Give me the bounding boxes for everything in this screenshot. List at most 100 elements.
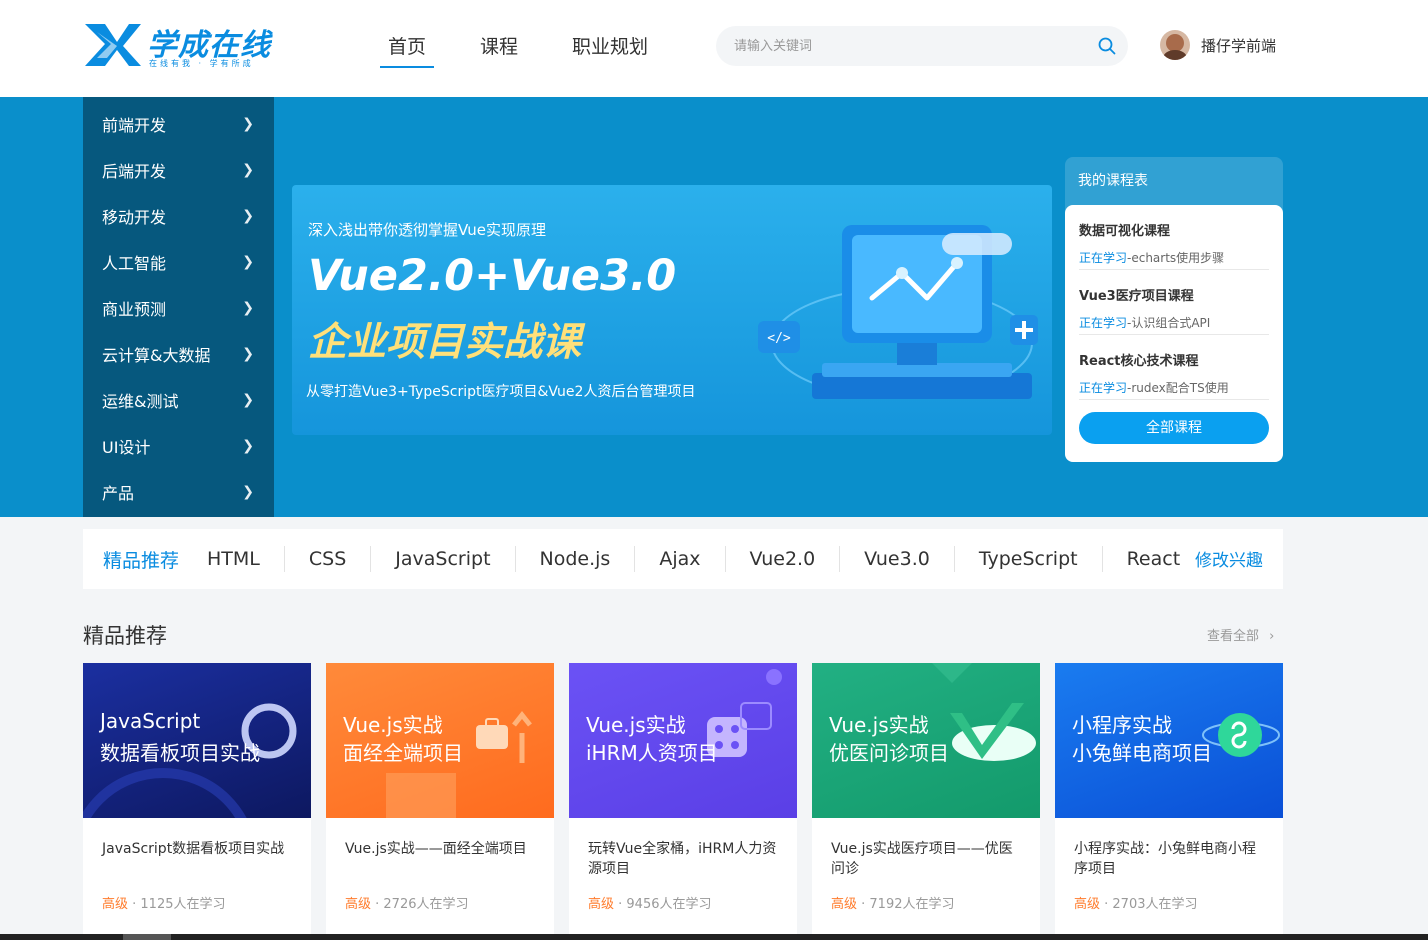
logo-slogan: 在线有我 · 学有所成 xyxy=(149,59,254,68)
cover-title: Vue.js实战 xyxy=(586,713,686,737)
banner: 前端开发 ❯ 后端开发 ❯ 移动开发 ❯ 人工智能 ❯ 商业预测 ❯ 云计算&大数据 ❯ 运… xyxy=(0,97,1428,517)
avatar[interactable] xyxy=(1160,30,1190,60)
sidebar-item-label: 云计算&大数据 xyxy=(102,346,211,365)
my-schedule-panel: 我的课程表 数据可视化课程 正在学习-echarts使用步骤 Vue3医疗项目课… xyxy=(1065,157,1283,462)
chevron-right-icon: ❯ xyxy=(242,438,254,454)
schedule-course-name: 数据可视化课程 xyxy=(1079,224,1171,239)
schedule-status: 正在学习 xyxy=(1079,381,1128,395)
view-all-link[interactable]: 查看全部 › xyxy=(1207,625,1274,644)
promo-subtitle: 深入浅出带你透彻掌握Vue实现原理 xyxy=(308,221,546,239)
chevron-right-icon: ❯ xyxy=(242,162,254,178)
tag-typescript[interactable]: TypeScript xyxy=(955,546,1103,572)
course-level: 高级 xyxy=(588,897,615,912)
schedule-course-name: Vue3医疗项目课程 xyxy=(1079,289,1194,304)
tag-html[interactable]: HTML xyxy=(183,546,285,572)
chevron-right-icon: ❯ xyxy=(242,484,254,500)
sidebar-item-cloud[interactable]: 云计算&大数据 ❯ xyxy=(83,331,274,377)
course-card-list: JavaScript 数据看板项目实战 JavaScript数据看板项目实战 高… xyxy=(83,663,1298,940)
course-level: 高级 xyxy=(831,897,858,912)
promo-banner[interactable]: 深入浅出带你透彻掌握Vue实现原理 Vue2.0+Vue3.0 企业项目实战课 … xyxy=(292,185,1052,435)
search-input[interactable] xyxy=(734,26,1094,66)
chevron-right-icon: ❯ xyxy=(242,116,254,132)
promo-title-secondary: 企业项目实战课 xyxy=(308,320,582,365)
tag-nodejs[interactable]: Node.js xyxy=(516,546,636,572)
course-card[interactable]: Vue.js实战 iHRM人资项目 玩转Vue全家桶，iHRM人力资源项目 高级… xyxy=(569,663,797,940)
cover-title: JavaScript xyxy=(100,709,201,733)
schedule-title: 我的课程表 xyxy=(1078,173,1148,189)
sidebar-item-ui[interactable]: UI设计 ❯ xyxy=(83,423,274,469)
logo-mark-icon xyxy=(85,24,141,66)
course-card[interactable]: Vue.js实战 优医问诊项目 Vue.js实战医疗项目——优医问诊 高级 · … xyxy=(812,663,1040,940)
course-title: Vue.js实战——面经全端项目 xyxy=(345,841,527,857)
main-nav: 首页 课程 职业规划 xyxy=(380,32,694,68)
tag-css[interactable]: CSS xyxy=(285,546,372,572)
sidebar-item-backend[interactable]: 后端开发 ❯ xyxy=(83,147,274,193)
sidebar-item-label: 前端开发 xyxy=(102,116,167,135)
svg-text:</>: </> xyxy=(767,331,791,346)
sidebar-item-label: 移动开发 xyxy=(102,208,167,227)
chevron-right-icon: ❯ xyxy=(242,254,254,270)
sidebar-item-ai[interactable]: 人工智能 ❯ xyxy=(83,239,274,285)
tag-react[interactable]: React xyxy=(1103,546,1205,572)
course-cover: Vue.js实战 iHRM人资项目 xyxy=(569,663,797,818)
sidebar-item-product[interactable]: 产品 ❯ xyxy=(83,469,274,515)
course-title: Vue.js实战医疗项目——优医问诊 xyxy=(831,841,1013,877)
schedule-progress: 正在学习-echarts使用步骤 xyxy=(1079,249,1269,266)
course-meta: 高级 · 2703人在学习 xyxy=(1074,893,1198,912)
course-title: 小程序实战：小兔鲜电商小程序项目 xyxy=(1074,841,1256,877)
chevron-right-icon: ❯ xyxy=(242,208,254,224)
sidebar-item-business[interactable]: 商业预测 ❯ xyxy=(83,285,274,331)
chevron-right-icon: ❯ xyxy=(242,392,254,408)
schedule-list: 数据可视化课程 正在学习-echarts使用步骤 Vue3医疗项目课程 正在学习… xyxy=(1065,205,1283,462)
sidebar-item-label: 产品 xyxy=(102,484,135,503)
cover-subtitle: 数据看板项目实战 xyxy=(100,741,260,765)
promo-description: 从零打造Vue3+TypeScript医疗项目&Vue2人资后台管理项目 xyxy=(306,384,696,400)
tag-vue2[interactable]: Vue2.0 xyxy=(726,546,841,572)
search-box xyxy=(716,26,1128,66)
site-logo[interactable]: 学成在线 在线有我 · 学有所成 xyxy=(83,20,283,70)
course-card[interactable]: 小程序实战 小兔鲜电商项目 小程序实战：小兔鲜电商小程序项目 高级 · 2703… xyxy=(1055,663,1283,940)
username[interactable]: 播仔学前端 xyxy=(1201,35,1276,56)
course-learners: · 7192人在学习 xyxy=(857,897,955,912)
chevron-right-icon: ❯ xyxy=(242,300,254,316)
tag-javascript[interactable]: JavaScript xyxy=(371,546,516,572)
course-card[interactable]: Vue.js实战 面经全端项目 Vue.js实战——面经全端项目 高级 · 27… xyxy=(326,663,554,940)
tag-ajax[interactable]: Ajax xyxy=(635,546,726,572)
tag-vue3[interactable]: Vue3.0 xyxy=(840,546,955,572)
course-level: 高级 xyxy=(1074,897,1101,912)
cover-title: Vue.js实战 xyxy=(343,713,443,737)
sidebar-item-ops[interactable]: 运维&测试 ❯ xyxy=(83,377,274,423)
schedule-item[interactable]: 数据可视化课程 正在学习-echarts使用步骤 xyxy=(1079,205,1269,270)
course-card[interactable]: JavaScript 数据看板项目实战 JavaScript数据看板项目实战 高… xyxy=(83,663,311,940)
schedule-item[interactable]: Vue3医疗项目课程 正在学习-认识组合式API xyxy=(1079,270,1269,335)
schedule-lesson: -认识组合式API xyxy=(1127,316,1211,330)
sidebar-item-frontend[interactable]: 前端开发 ❯ xyxy=(83,101,274,147)
schedule-item[interactable]: React核心技术课程 正在学习-rudex配合TS使用 xyxy=(1079,335,1269,400)
view-all-label: 查看全部 xyxy=(1207,629,1260,644)
horizontal-scrollbar[interactable] xyxy=(0,934,1428,940)
user-profile[interactable]: 播仔学前端 xyxy=(1160,30,1276,60)
sidebar-item-mobile[interactable]: 移动开发 ❯ xyxy=(83,193,274,239)
course-meta: 高级 · 1125人在学习 xyxy=(102,893,226,912)
sidebar-item-label: 后端开发 xyxy=(102,162,167,181)
course-level: 高级 xyxy=(345,897,372,912)
all-courses-button[interactable]: 全部课程 xyxy=(1079,412,1269,444)
cover-subtitle: 面经全端项目 xyxy=(343,741,463,765)
search-icon[interactable] xyxy=(1098,37,1116,55)
top-header: 学成在线 在线有我 · 学有所成 首页 课程 职业规划 播仔学前端 xyxy=(0,0,1428,97)
course-level: 高级 xyxy=(102,897,129,912)
chevron-right-icon: › xyxy=(1269,629,1275,644)
computer-illustration-icon: </> xyxy=(758,225,1038,399)
course-learners: · 1125人在学习 xyxy=(128,897,226,912)
category-sidebar: 前端开发 ❯ 后端开发 ❯ 移动开发 ❯ 人工智能 ❯ 商业预测 ❯ 云计算&大数据 ❯ 运… xyxy=(83,97,274,517)
nav-home[interactable]: 首页 xyxy=(380,32,435,68)
nav-career[interactable]: 职业规划 xyxy=(564,32,656,68)
course-title: 玩转Vue全家桶，iHRM人力资源项目 xyxy=(588,841,777,877)
promo-title: Vue2.0+Vue3.0 xyxy=(308,251,677,301)
edit-interests-link[interactable]: 修改兴趣 xyxy=(1195,546,1263,571)
nav-courses[interactable]: 课程 xyxy=(472,32,526,68)
schedule-progress: 正在学习-rudex配合TS使用 xyxy=(1079,379,1269,396)
cover-title: 小程序实战 xyxy=(1072,713,1172,737)
schedule-status: 正在学习 xyxy=(1079,316,1128,330)
schedule-lesson: -echarts使用步骤 xyxy=(1127,251,1225,265)
